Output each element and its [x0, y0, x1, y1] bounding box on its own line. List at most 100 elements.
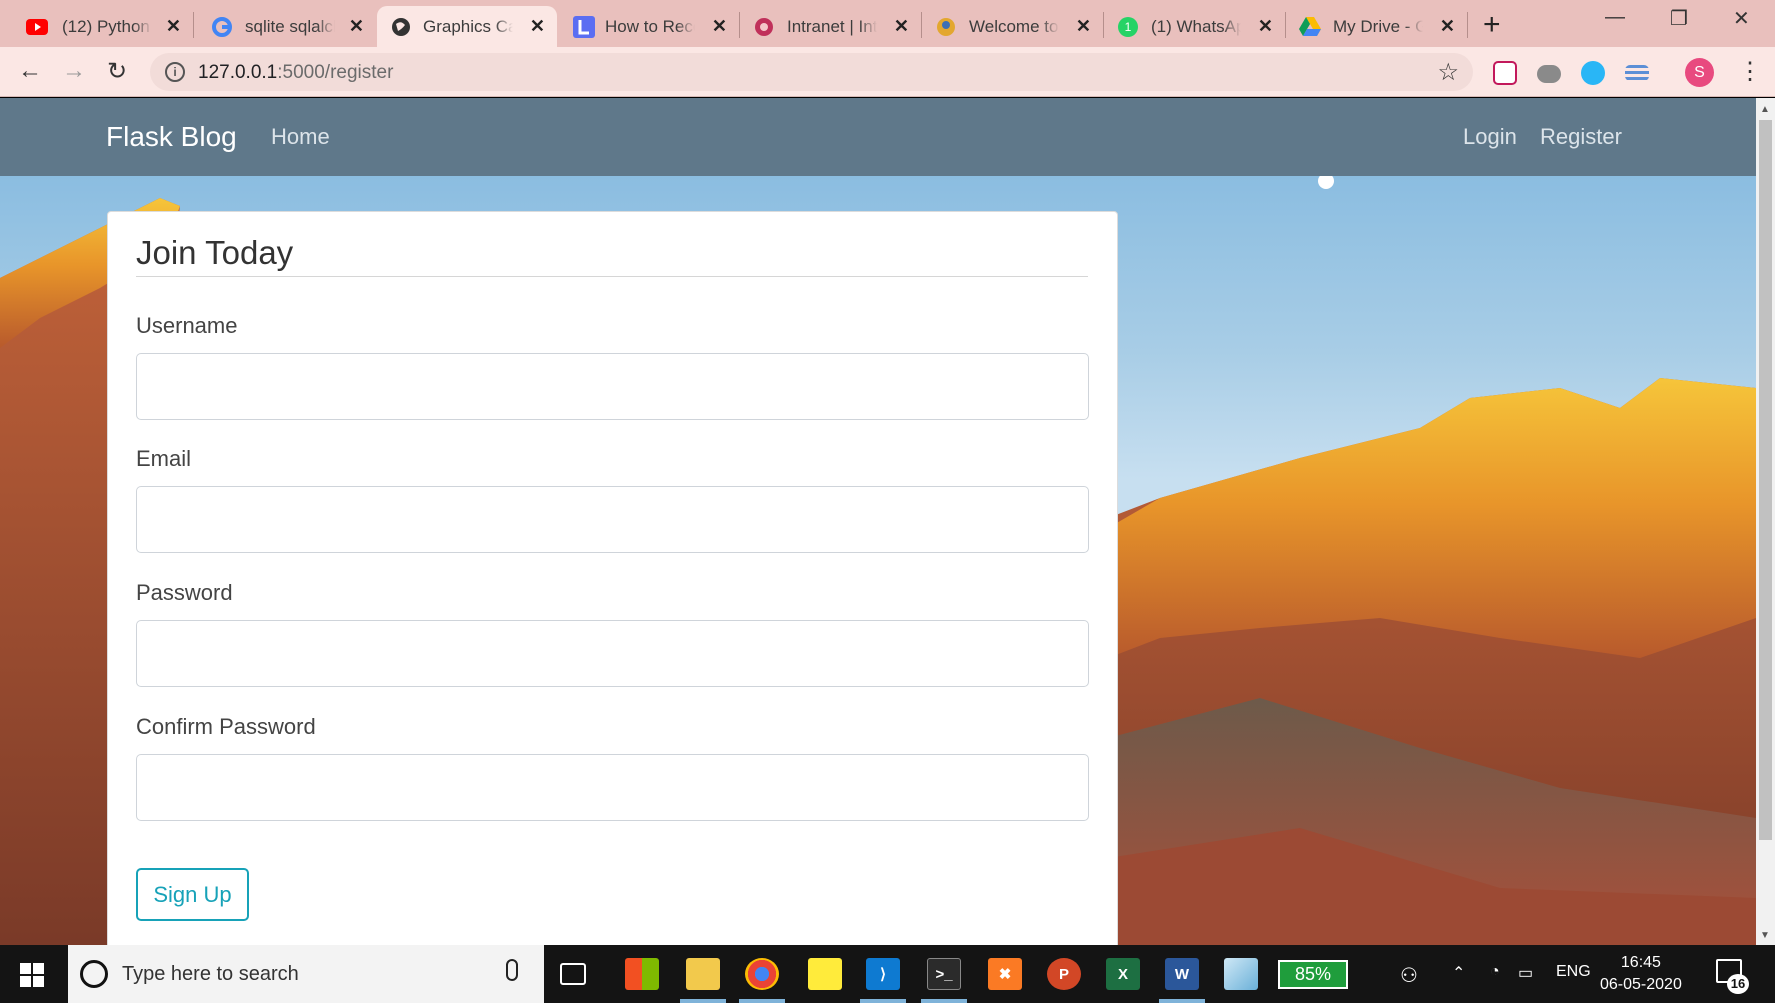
browser-tab[interactable]: 1 (1) WhatsAp ✕ — [1103, 6, 1285, 47]
chrome-running-indicator — [739, 999, 785, 1003]
tab-label: (12) Python — [62, 17, 150, 36]
youtube-icon — [26, 16, 48, 38]
reload-button[interactable]: ↻ — [107, 57, 127, 86]
page-scrollbar[interactable]: ▲ ▼ — [1756, 98, 1775, 945]
profile-avatar[interactable]: S — [1685, 58, 1714, 87]
google-icon — [211, 16, 233, 38]
terminal-running-indicator — [921, 999, 967, 1003]
close-icon[interactable]: ✕ — [712, 16, 727, 37]
browser-tab[interactable]: (12) Python ✕ — [0, 6, 193, 47]
browser-tab[interactable]: How to Reco ✕ — [557, 6, 739, 47]
tab-separator — [1467, 12, 1468, 38]
legend-divider — [136, 276, 1088, 277]
close-icon[interactable]: ✕ — [166, 16, 181, 37]
page-viewport: Flask Blog Home Login Register Join Toda… — [0, 98, 1756, 945]
tab-label: My Drive - G — [1333, 17, 1423, 36]
browser-menu-icon[interactable]: ⋮ — [1738, 57, 1762, 86]
close-icon[interactable]: ✕ — [1258, 16, 1273, 37]
search-placeholder: Type here to search — [122, 963, 299, 985]
nav-link-home[interactable]: Home — [271, 124, 330, 150]
new-tab-button[interactable]: + — [1483, 8, 1501, 42]
browser-tab[interactable]: Welcome to ✕ — [921, 6, 1103, 47]
confirm-password-input[interactable] — [136, 754, 1089, 821]
excel-icon[interactable]: X — [1106, 958, 1140, 990]
close-icon[interactable]: ✕ — [894, 16, 909, 37]
chrome-icon[interactable] — [745, 958, 779, 990]
close-icon[interactable]: ✕ — [1440, 16, 1455, 37]
address-bar[interactable]: i 127.0.0.1:5000/register ☆ — [150, 53, 1473, 91]
email-input[interactable] — [136, 486, 1089, 553]
nav-link-login[interactable]: Login — [1463, 124, 1517, 150]
microphone-icon[interactable] — [506, 959, 518, 981]
restore-button[interactable]: ❐ — [1670, 6, 1688, 31]
bookmark-star-icon[interactable]: ☆ — [1437, 58, 1459, 87]
vscode-icon[interactable]: ⟩ — [866, 958, 900, 990]
chevron-up-icon[interactable]: ⌃ — [1452, 963, 1465, 983]
sign-up-button[interactable]: Sign Up — [136, 868, 249, 921]
people-icon[interactable]: ⚇ — [1400, 963, 1418, 988]
close-window-button[interactable]: ✕ — [1733, 6, 1750, 31]
windows-start-icon[interactable] — [20, 963, 44, 987]
cortana-icon[interactable] — [80, 960, 108, 988]
tab-label: Graphics Car — [423, 17, 513, 36]
close-icon[interactable]: ✕ — [530, 16, 545, 37]
browser-toolbar: ← → ↻ i 127.0.0.1:5000/register ☆ S ⋮ — [0, 47, 1775, 97]
scrollbar-thumb[interactable] — [1759, 120, 1772, 840]
site-brand[interactable]: Flask Blog — [106, 121, 237, 153]
site-navbar: Flask Blog Home Login Register — [0, 98, 1756, 176]
browser-tab[interactable]: Intranet | Int ✕ — [739, 6, 921, 47]
register-form-card: Join Today Username Email Password Confi… — [107, 211, 1118, 945]
vscode-running-indicator — [860, 999, 906, 1003]
scroll-down-icon[interactable]: ▼ — [1760, 930, 1770, 941]
file-explorer-running-indicator — [680, 999, 726, 1003]
system-clock[interactable]: 16:45 06-05-2020 — [1600, 952, 1682, 996]
url-path: :5000/register — [277, 62, 394, 83]
close-icon[interactable]: ✕ — [1076, 16, 1091, 37]
xampp-icon[interactable]: ✖ — [988, 958, 1022, 990]
password-input[interactable] — [136, 620, 1089, 687]
tab-label: (1) WhatsAp — [1151, 17, 1241, 36]
word-icon[interactable]: W — [1165, 958, 1199, 990]
windows-taskbar: Type here to search ⟩ >_ ✖ P X W 85% ⚇ ⌃… — [0, 945, 1775, 1003]
forward-button[interactable]: → — [62, 57, 86, 85]
username-input[interactable] — [136, 353, 1089, 420]
google-drive-icon — [1299, 16, 1321, 38]
battery-indicator[interactable]: 85% — [1278, 960, 1348, 989]
file-explorer-icon[interactable] — [686, 958, 720, 990]
password-label: Password — [136, 580, 233, 605]
cloud-extension-icon[interactable] — [1537, 65, 1561, 83]
url-host: 127.0.0.1 — [198, 62, 278, 83]
lucidchart-icon — [573, 16, 595, 38]
lines-extension-icon[interactable] — [1625, 65, 1649, 81]
minimize-button[interactable]: — — [1605, 6, 1625, 29]
browser-tab[interactable]: My Drive - G ✕ — [1285, 6, 1467, 47]
intranet-icon — [753, 16, 775, 38]
close-icon[interactable]: ✕ — [349, 16, 364, 37]
wifi-icon[interactable]: ◔ — [1490, 963, 1500, 981]
notification-count-badge: 16 — [1727, 974, 1749, 994]
tab-label: Welcome to — [969, 17, 1059, 36]
back-button[interactable]: ← — [18, 57, 42, 85]
powerpoint-icon[interactable]: P — [1047, 958, 1081, 990]
svg-text:1: 1 — [1125, 20, 1132, 34]
terminal-icon[interactable]: >_ — [927, 958, 961, 990]
microsoft-store-icon[interactable] — [625, 958, 659, 990]
whatsapp-icon: 1 — [1117, 16, 1139, 38]
task-view-icon[interactable] — [560, 963, 586, 985]
clock-extension-icon[interactable] — [1581, 61, 1605, 85]
scroll-up-icon[interactable]: ▲ — [1760, 104, 1770, 115]
pocket-extension-icon[interactable] — [1493, 61, 1517, 85]
taskbar-search-box[interactable]: Type here to search — [68, 945, 544, 1003]
language-indicator[interactable]: ENG — [1556, 963, 1591, 981]
sticky-notes-icon[interactable] — [808, 958, 842, 990]
clock-time: 16:45 — [1620, 954, 1661, 971]
browser-tab[interactable]: sqlite sqlalch ✕ — [183, 6, 376, 47]
globe-icon — [390, 16, 412, 38]
nav-link-register[interactable]: Register — [1540, 124, 1622, 150]
browser-tab-strip: (12) Python ✕ sqlite sqlalch ✕ Graphics … — [0, 0, 1775, 47]
browser-tab-active[interactable]: Graphics Car ✕ — [377, 6, 557, 47]
url-text: 127.0.0.1:5000/register — [198, 62, 393, 84]
battery-tray-icon[interactable]: ▭ — [1518, 963, 1533, 983]
paint-icon[interactable] — [1224, 958, 1258, 990]
info-icon[interactable]: i — [165, 62, 185, 82]
